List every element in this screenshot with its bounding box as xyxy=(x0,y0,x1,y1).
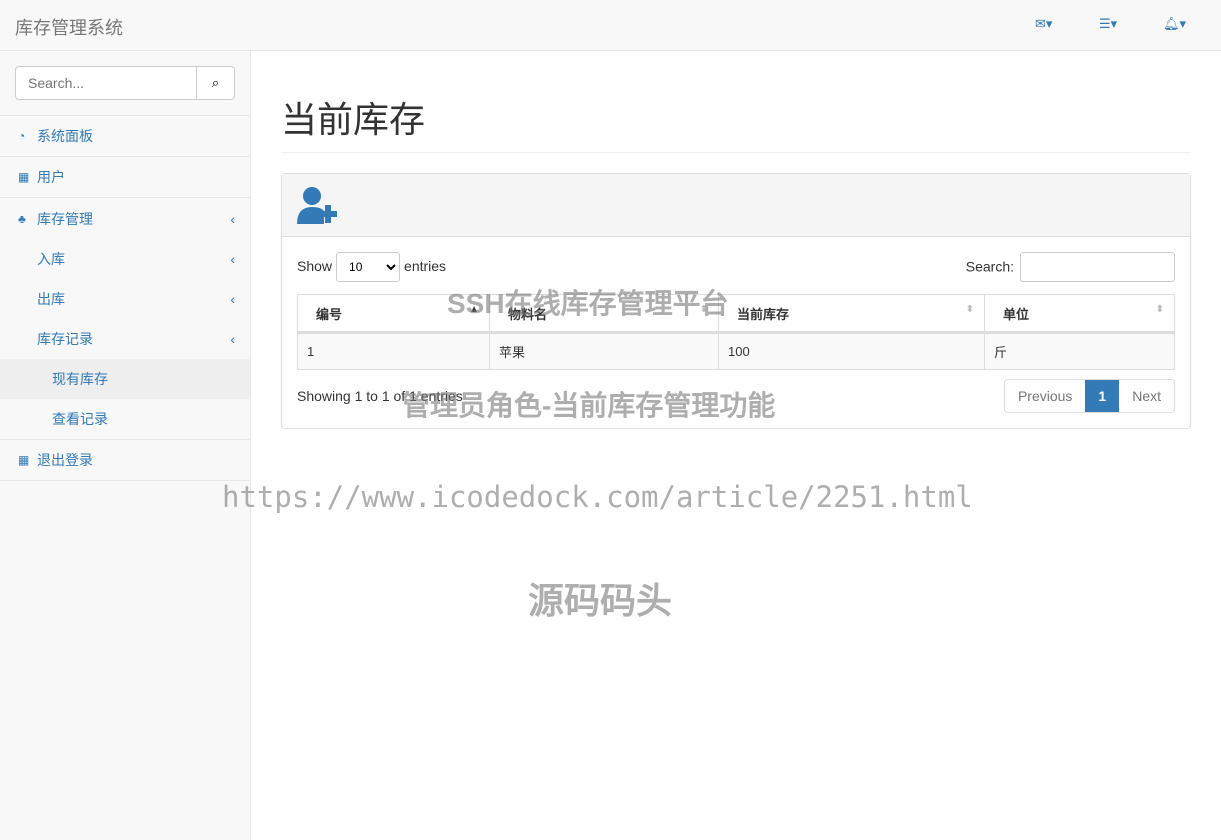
previous-button[interactable]: Previous xyxy=(1005,380,1085,412)
dashboard-icon: ◔ xyxy=(18,129,26,143)
sort-icon: ⬍ xyxy=(1155,303,1164,315)
chevron-left-icon: ‹ xyxy=(230,210,235,227)
sidebar-item-records[interactable]: 库存记录 ‹ xyxy=(0,319,250,359)
search-input[interactable] xyxy=(15,66,197,100)
page-1-button[interactable]: 1 xyxy=(1085,380,1120,412)
table-icon: ▦ xyxy=(18,453,30,467)
cell: 1 xyxy=(297,332,490,370)
main-content: 当前库存 Show 10 entries Search: 编号 ▲ 物料名 ⬍ 当前库存… xyxy=(281,51,1191,429)
page-title: 当前库存 xyxy=(281,91,1191,153)
sidebar-item-current-stock[interactable]: 现有库存 xyxy=(0,359,250,399)
next-button[interactable]: Next xyxy=(1119,380,1174,412)
sidebar-item-view-records[interactable]: 查看记录 xyxy=(0,399,250,440)
column-header[interactable]: 物料名 ⬍ xyxy=(489,294,719,334)
label: 退出登录 xyxy=(37,452,93,468)
column-header[interactable]: 单位 ⬍ xyxy=(984,294,1175,334)
sidebar-item-inbound[interactable]: 入库 ‹ xyxy=(0,239,250,279)
label: 查看记录 xyxy=(52,411,108,427)
table-search-label: Search: xyxy=(965,258,1014,275)
sidebar-item-outbound[interactable]: 出库 ‹ xyxy=(0,279,250,319)
table-row: 1 苹果 100 斤 xyxy=(297,332,1175,370)
search-icon: ⌕ xyxy=(211,75,220,90)
envelope-icon[interactable]: ✉▾ xyxy=(1035,16,1052,32)
watermark: https://www.icodedock.com/article/2251.h… xyxy=(222,480,973,514)
cell: 斤 xyxy=(984,332,1175,370)
show-label: Show xyxy=(297,258,333,274)
add-user-icon[interactable] xyxy=(297,186,347,224)
sort-icon: ⬍ xyxy=(699,303,708,315)
sidebar-item-logout[interactable]: ▦ 退出登录 xyxy=(0,440,250,481)
navbar: 库存管理系统 ✉▾ ☰▾ 🔔︎▾ xyxy=(0,0,1221,51)
entries-label: entries xyxy=(404,258,447,274)
label: 库存管理 xyxy=(37,210,93,227)
label: 库存记录 xyxy=(37,331,93,347)
label: 编号 xyxy=(316,306,343,322)
label: 当前库存 xyxy=(737,306,790,322)
sidebar-search: ⌕ xyxy=(0,51,250,116)
sidebar-item-users[interactable]: ▦ 用户 xyxy=(0,157,250,198)
sort-icon: ⬍ xyxy=(965,303,974,315)
label: 单位 xyxy=(1003,306,1030,322)
label: 入库 xyxy=(37,251,65,267)
chevron-left-icon: ‹ xyxy=(230,331,235,347)
panel: Show 10 entries Search: 编号 ▲ 物料名 ⬍ 当前库存 ⬍ 单位 ⬍… xyxy=(281,173,1191,429)
table-info: Showing 1 to 1 of 1 entries xyxy=(297,388,463,404)
tasks-icon[interactable]: ☰▾ xyxy=(1099,16,1117,32)
brand[interactable]: 库存管理系统 xyxy=(15,14,123,40)
sidebar-item-inventory[interactable]: ♣ 库存管理 ‹ xyxy=(0,198,250,239)
table-icon: ▦ xyxy=(18,170,30,184)
stock-table: 编号 ▲ 物料名 ⬍ 当前库存 ⬍ 单位 ⬍ 1 苹果 100 斤 xyxy=(297,294,1175,370)
chevron-left-icon: ‹ xyxy=(230,251,235,267)
chevron-left-icon: ‹ xyxy=(230,291,235,307)
cell: 100 xyxy=(718,332,985,370)
label: 系统面板 xyxy=(37,128,93,144)
bell-icon[interactable]: 🔔︎▾ xyxy=(1163,16,1186,32)
entries-select[interactable]: 10 xyxy=(336,252,401,282)
label: 现有库存 xyxy=(52,371,108,387)
search-button[interactable]: ⌕ xyxy=(197,66,235,100)
table-search-input[interactable] xyxy=(1020,252,1175,282)
sidebar: ⌕ ◔ 系统面板 ▦ 用户 ♣ 库存管理 ‹ 入库 ‹ 出库 ‹ 库存记录 ‹ 现有库存 查看… xyxy=(0,51,251,840)
watermark: 源码码头 xyxy=(528,580,673,621)
sitemap-icon: ♣ xyxy=(18,211,26,226)
label: 物料名 xyxy=(508,306,548,322)
pagination: Previous 1 Next xyxy=(1003,379,1175,413)
label: 用户 xyxy=(37,169,65,185)
column-header[interactable]: 编号 ▲ xyxy=(297,294,490,334)
label: 出库 xyxy=(37,291,65,307)
panel-header xyxy=(282,174,1190,237)
sort-asc-icon: ▲ xyxy=(469,303,479,315)
column-header[interactable]: 当前库存 ⬍ xyxy=(718,294,985,334)
sidebar-item-dashboard[interactable]: ◔ 系统面板 xyxy=(0,116,250,157)
cell: 苹果 xyxy=(489,332,719,370)
